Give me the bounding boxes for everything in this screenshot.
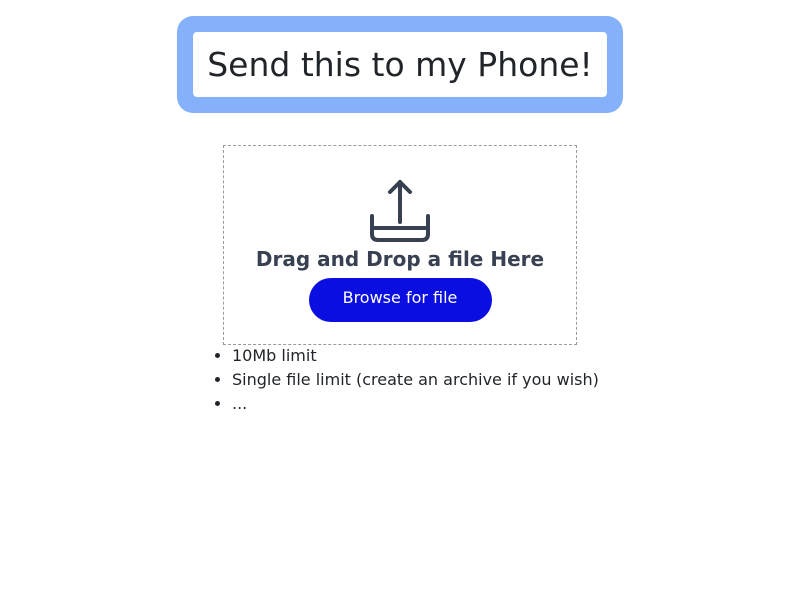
browse-file-button[interactable]: Browse for file (308, 278, 492, 322)
list-item: Single file limit (create an archive if … (232, 368, 599, 392)
page-title: Send this to my Phone! (207, 45, 593, 84)
list-item: ... (232, 392, 599, 416)
title-box: Send this to my Phone! (193, 32, 607, 97)
drop-heading: Drag and Drop a file Here (255, 247, 545, 271)
list-item: 10Mb limit (232, 344, 599, 368)
limits-list: 10Mb limit Single file limit (create an … (232, 344, 599, 416)
upload-tray-icon (370, 180, 430, 242)
title-banner: Send this to my Phone! (177, 16, 623, 113)
file-drop-zone[interactable]: Drag and Drop a file Here Browse for fil… (223, 145, 577, 345)
